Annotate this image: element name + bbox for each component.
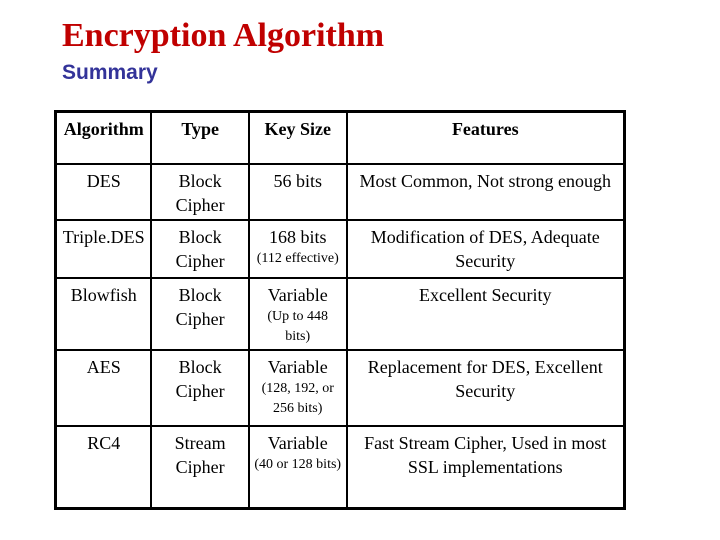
- table-header-row: Algorithm Type Key Size Features: [54, 110, 626, 165]
- header-type: Type: [150, 110, 250, 165]
- slide-title: Encryption Algorithm: [62, 17, 385, 54]
- cell-features: Excellent Security: [345, 277, 626, 351]
- table-row: AES Block Cipher Variable (128, 192, or …: [54, 349, 626, 427]
- key-size-value: 56 bits: [273, 171, 322, 191]
- cell-algorithm: AES: [54, 349, 153, 427]
- cell-type: Block Cipher: [150, 163, 250, 221]
- cell-type: Block Cipher: [150, 349, 250, 427]
- header-algorithm: Algorithm: [54, 110, 153, 165]
- cell-features: Modification of DES, Adequate Security: [345, 219, 626, 279]
- key-size-value: 168 bits: [268, 227, 327, 247]
- cell-type: Block Cipher: [150, 277, 250, 351]
- cell-key-size: 168 bits (112 effective): [247, 219, 348, 279]
- cell-features: Replacement for DES, Excellent Security: [345, 349, 626, 427]
- cell-key-size: Variable (40 or 128 bits): [247, 425, 348, 510]
- cell-features: Most Common, Not strong enough: [345, 163, 626, 221]
- key-size-note: (128, 192, or 256 bits): [261, 381, 334, 416]
- cell-key-size: Variable (Up to 448 bits): [247, 277, 348, 351]
- cell-algorithm: Triple.DES: [54, 219, 153, 279]
- cell-type: Block Cipher: [150, 219, 250, 279]
- key-size-value: Variable: [267, 285, 328, 305]
- table-row: DES Block Cipher 56 bits Most Common, No…: [54, 163, 626, 221]
- key-size-note: (112 effective): [256, 251, 339, 266]
- table-row: Blowfish Block Cipher Variable (Up to 44…: [54, 277, 626, 351]
- cell-type: Stream Cipher: [150, 425, 250, 510]
- cell-algorithm: RC4: [54, 425, 153, 510]
- cell-algorithm: DES: [54, 163, 153, 221]
- key-size-value: Variable: [267, 433, 328, 453]
- cell-features: Fast Stream Cipher, Used in most SSL imp…: [345, 425, 626, 510]
- header-key-size: Key Size: [247, 110, 348, 165]
- cell-algorithm: Blowfish: [54, 277, 153, 351]
- cell-key-size: Variable (128, 192, or 256 bits): [247, 349, 348, 427]
- slide-subtitle: Summary: [62, 61, 158, 84]
- cell-key-size: 56 bits: [247, 163, 348, 221]
- key-size-value: Variable: [267, 357, 328, 377]
- algorithm-summary-table: Algorithm Type Key Size Features DES Blo…: [54, 110, 626, 510]
- key-size-note: (Up to 448 bits): [267, 309, 329, 344]
- table-row: Triple.DES Block Cipher 168 bits (112 ef…: [54, 219, 626, 279]
- key-size-note: (40 or 128 bits): [254, 457, 342, 472]
- header-features: Features: [345, 110, 626, 165]
- table-row: RC4 Stream Cipher Variable (40 or 128 bi…: [54, 425, 626, 510]
